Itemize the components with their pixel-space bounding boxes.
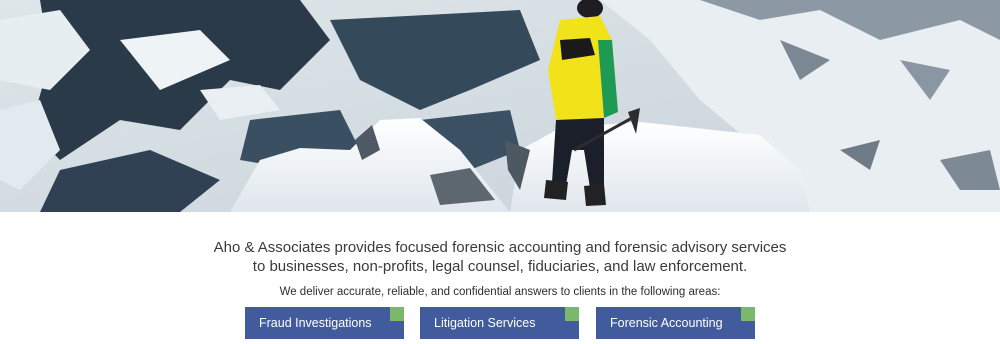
intro-line-1: Aho & Associates provides focused forens… <box>213 239 787 256</box>
corner-accent-icon <box>741 307 755 321</box>
corner-accent-icon <box>390 307 404 321</box>
intro-line-2: to businesses, non-profits, legal counse… <box>252 258 748 275</box>
fraud-investigations-label: Fraud Investigations <box>259 316 372 330</box>
corner-accent-icon <box>565 307 579 321</box>
litigation-services-button[interactable]: Litigation Services <box>420 307 579 339</box>
hero-image <box>0 0 1000 212</box>
forensic-accounting-button[interactable]: Forensic Accounting <box>596 307 755 339</box>
intro-text: Aho & Associates provides focused forens… <box>0 238 1000 276</box>
fraud-investigations-button[interactable]: Fraud Investigations <box>245 307 404 339</box>
areas-text: We deliver accurate, reliable, and confi… <box>279 286 721 298</box>
litigation-services-label: Litigation Services <box>434 316 536 330</box>
service-buttons: Fraud Investigations Litigation Services… <box>245 307 755 339</box>
forensic-accounting-label: Forensic Accounting <box>610 316 723 330</box>
